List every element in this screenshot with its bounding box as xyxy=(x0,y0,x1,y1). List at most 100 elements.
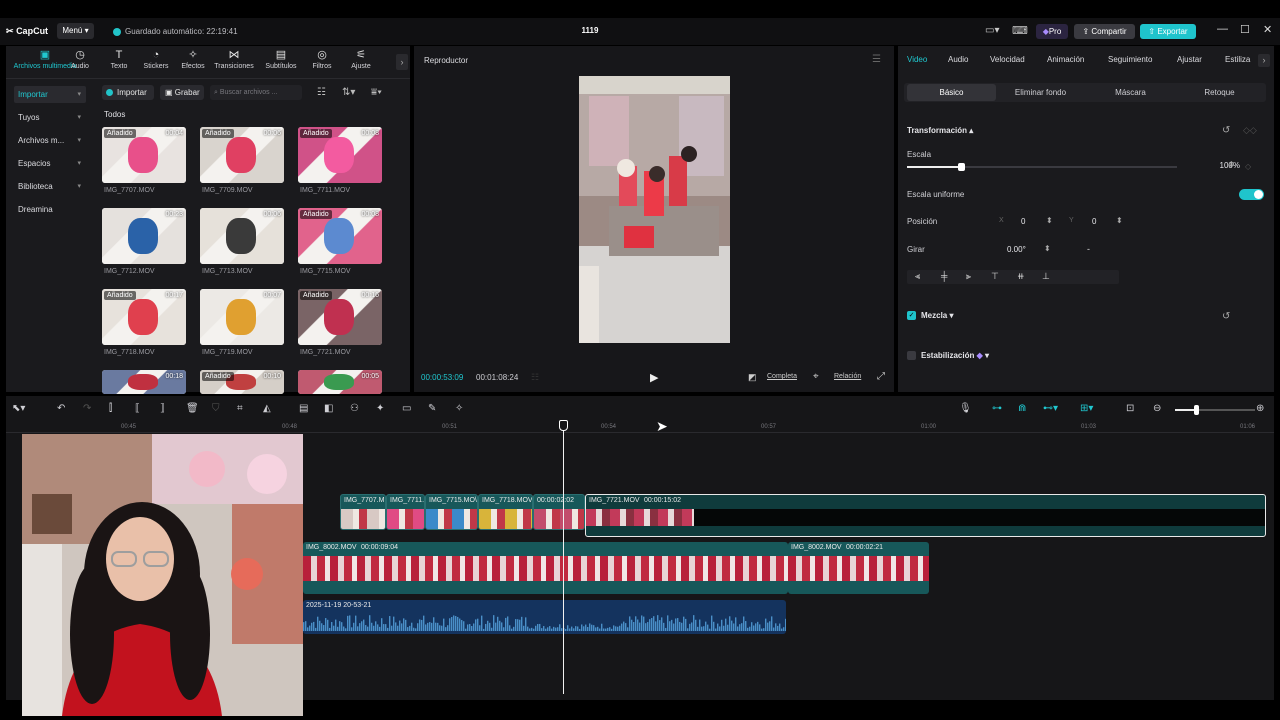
overlay-clip[interactable]: IMG_8002.MOV 00:00:02:21 xyxy=(788,542,929,594)
stabilize-checkbox[interactable] xyxy=(907,351,916,360)
quality-icon[interactable]: ◩ xyxy=(748,372,757,383)
pos-y-stepper-icon[interactable]: ⬍ xyxy=(1116,216,1123,225)
maximize-icon[interactable]: ☐ xyxy=(1240,23,1250,36)
magic-icon[interactable]: ✦ xyxy=(376,403,384,414)
media-thumbnail[interactable]: 00:07 xyxy=(200,289,284,345)
media-thumbnail[interactable]: Añadido 00:10 xyxy=(200,370,284,394)
share-button[interactable]: ⇪ Compartir xyxy=(1074,24,1135,39)
menu-button[interactable]: Menú ▾ xyxy=(57,23,94,39)
media-thumbnail[interactable]: Añadido 00:16 xyxy=(298,289,382,345)
play-icon[interactable]: ▶ xyxy=(650,371,658,384)
media-thumbnail[interactable]: Añadido 00:17 xyxy=(102,289,186,345)
align-right-icon[interactable]: ⫸ xyxy=(966,271,971,282)
playhead[interactable] xyxy=(563,428,564,694)
sidebar-item-2[interactable]: Archivos m... ▾ xyxy=(14,132,86,149)
inspector-tab-5[interactable]: Ajustar xyxy=(1177,55,1202,64)
inspector-tab-4[interactable]: Seguimiento xyxy=(1108,55,1152,64)
snapshot-icon[interactable]: ⌖ xyxy=(813,371,819,382)
reverse-icon[interactable]: ◧ xyxy=(324,403,333,414)
zoom-slider[interactable] xyxy=(1175,405,1255,415)
view-grid-icon[interactable]: ☷ xyxy=(317,87,326,98)
caption-icon[interactable]: ▭ xyxy=(402,403,411,414)
tab-filters[interactable]: ◎ Filtros xyxy=(300,49,344,70)
inspector-subtab-3[interactable]: Retoque xyxy=(1175,84,1264,101)
edit-icon[interactable]: ✎ xyxy=(428,403,436,414)
filter-icon[interactable]: ⩸▾ xyxy=(371,87,382,98)
scale-slider-knob[interactable] xyxy=(958,163,965,171)
split-icon[interactable]: ⫿ xyxy=(109,403,112,414)
uniform-scale-toggle[interactable] xyxy=(1239,189,1264,200)
delete-icon[interactable]: 🗑 xyxy=(186,403,199,414)
sidebar-item-0[interactable]: Importar ▾ xyxy=(14,86,86,103)
layout-icon[interactable]: ▭▾ xyxy=(985,25,999,36)
selected-timeline-clip[interactable]: IMG_7721.MOV 00:00:15:02 xyxy=(585,494,1266,537)
pos-x-input[interactable]: 0 xyxy=(1021,217,1025,226)
split-right-icon[interactable]: ⟧ xyxy=(160,403,165,414)
blend-header[interactable]: Mezcla ▾ xyxy=(921,311,953,320)
shortcut-icon[interactable]: ⌨ xyxy=(1012,24,1028,37)
export-button[interactable]: ⇧ Exportar xyxy=(1140,24,1196,39)
tab-adjust[interactable]: ⚟ Ajuste xyxy=(339,49,383,70)
align-center-v-icon[interactable]: ⧺ xyxy=(1017,271,1025,282)
snap-icon[interactable]: ⊷▾ xyxy=(1043,403,1058,414)
media-thumbnail[interactable]: Añadido 00:04 xyxy=(102,127,186,183)
split-left-icon[interactable]: ⟦ xyxy=(135,403,140,414)
tab-effects[interactable]: ✧ Efectos xyxy=(171,49,215,70)
tab-audio[interactable]: ◷ Audio xyxy=(58,49,102,70)
fullscreen-icon[interactable]: ⤢ xyxy=(877,371,885,382)
rotate-stepper-icon[interactable]: ⬍ xyxy=(1044,244,1051,253)
zoom-knob[interactable] xyxy=(1194,405,1199,415)
media-thumbnail[interactable]: Añadido 00:08 xyxy=(298,208,382,264)
transform-header[interactable]: Transformación ▴ xyxy=(907,126,973,135)
link-icon[interactable]: ⊶ xyxy=(992,403,1002,414)
media-thumbnail[interactable]: 00:06 xyxy=(200,208,284,264)
redo-icon[interactable]: ↷ xyxy=(83,403,91,414)
audio-clip[interactable]: 2025-11-19 20-53-21 xyxy=(303,600,786,634)
inspector-tab-3[interactable]: Animación xyxy=(1047,55,1084,64)
magnet-icon[interactable]: ⋒ xyxy=(1018,403,1026,414)
sidebar-item-3[interactable]: Espacios ▾ xyxy=(14,155,86,172)
mirror-icon[interactable]: ◭ xyxy=(263,403,271,414)
inspector-subtab-0[interactable]: Básico xyxy=(907,84,996,101)
align-center-h-icon[interactable]: ╪ xyxy=(941,271,947,281)
media-thumbnail[interactable]: Añadido 00:08 xyxy=(298,127,382,183)
reset-icon[interactable]: ↺ xyxy=(1222,125,1230,136)
sort-icon[interactable]: ⇅▾ xyxy=(342,87,355,98)
timeline-clip[interactable]: IMG_7707.M xyxy=(340,494,386,530)
tab-transitions[interactable]: ⋈ Transiciones xyxy=(212,49,256,70)
ai-icon[interactable]: ✧ xyxy=(455,403,463,414)
inspector-tab-2[interactable]: Velocidad xyxy=(990,55,1025,64)
inspector-subtab-2[interactable]: Máscara xyxy=(1086,84,1175,101)
freeze-icon[interactable]: ▤ xyxy=(299,403,308,414)
keyframe-icon[interactable]: ◇◇ xyxy=(1243,125,1257,136)
scale-keyframe-icon[interactable]: ◇ xyxy=(1245,162,1251,171)
shield-icon[interactable]: ⛉ xyxy=(212,403,220,414)
inspector-tab-0[interactable]: Video xyxy=(907,55,927,64)
sidebar-item-4[interactable]: Biblioteca ▾ xyxy=(14,178,86,195)
pos-y-input[interactable]: 0 xyxy=(1092,217,1096,226)
inspector-subtab-1[interactable]: Eliminar fondo xyxy=(996,84,1085,101)
rotate-input[interactable]: 0.00° xyxy=(1007,245,1026,254)
video-preview[interactable] xyxy=(579,76,730,343)
inspector-tab-1[interactable]: Audio xyxy=(948,55,968,64)
media-thumbnail[interactable]: 00:23 xyxy=(102,208,186,264)
blend-reset-icon[interactable]: ↺ xyxy=(1222,311,1230,322)
rotate-dash[interactable]: - xyxy=(1087,244,1090,254)
blend-checkbox[interactable]: ✓ xyxy=(907,311,916,320)
tab-subtitles[interactable]: ▤ Subtítulos xyxy=(259,49,303,70)
minimize-icon[interactable]: — xyxy=(1217,23,1228,35)
timeline-clip[interactable]: IMG_7718.MOV xyxy=(478,494,533,530)
media-thumbnail[interactable]: 00:18 xyxy=(102,370,186,394)
select-tool-icon[interactable]: ⬉▾ xyxy=(12,403,25,414)
record-button[interactable]: ▣ Grabar xyxy=(160,85,204,100)
overlay-clip[interactable]: IMG_8002.MOV 00:00:09:04 xyxy=(303,542,788,594)
align-top-icon[interactable]: ⊤ xyxy=(991,271,999,282)
import-button[interactable]: Importar xyxy=(102,85,154,100)
timeline-clip[interactable]: IMG_7715.MO\ xyxy=(425,494,478,530)
fit-icon[interactable]: ⊡ xyxy=(1126,403,1134,414)
playhead-handle[interactable] xyxy=(559,420,568,431)
media-thumbnail[interactable]: Añadido 00:06 xyxy=(200,127,284,183)
inspector-next-icon[interactable]: › xyxy=(1258,54,1270,67)
crop-icon[interactable]: ⌗ xyxy=(237,403,243,414)
player-menu-icon[interactable]: ☰ xyxy=(872,54,881,65)
